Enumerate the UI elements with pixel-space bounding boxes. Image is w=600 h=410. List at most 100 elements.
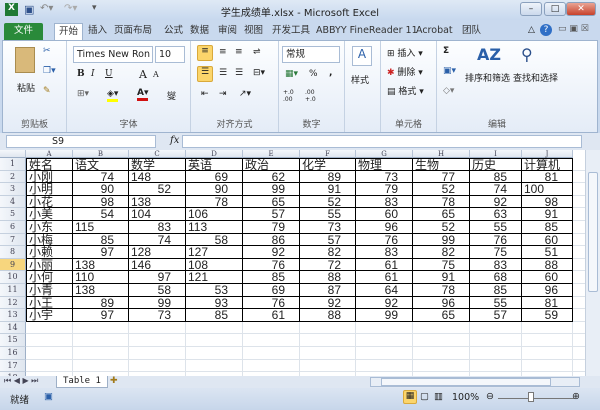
table-cell[interactable]: 72: [300, 258, 356, 272]
table-cell[interactable]: 92: [243, 246, 300, 259]
table-cell[interactable]: 小赖: [26, 246, 73, 259]
clear-icon[interactable]: ◇▾: [443, 86, 454, 96]
table-cell[interactable]: 64: [356, 284, 413, 297]
header-cell[interactable]: 生物: [413, 158, 470, 171]
table-cell[interactable]: 55: [300, 208, 356, 221]
paste-icon[interactable]: [15, 47, 35, 73]
table-cell[interactable]: 108: [186, 258, 243, 272]
table-cell[interactable]: 99: [129, 296, 186, 310]
underline-button[interactable]: U: [105, 69, 113, 79]
table-cell[interactable]: 65: [243, 195, 300, 209]
column-header[interactable]: F: [300, 150, 356, 158]
maximize-button[interactable]: □: [544, 2, 566, 16]
table-cell[interactable]: 78: [186, 195, 243, 209]
table-cell[interactable]: 58: [186, 233, 243, 247]
increase-decimal-button[interactable]: +.0 .00: [283, 89, 301, 103]
minimize-button[interactable]: –: [520, 2, 542, 16]
table-cell[interactable]: 98: [522, 195, 573, 209]
table-cell[interactable]: 92: [470, 195, 522, 209]
table-cell[interactable]: 小明: [26, 183, 73, 196]
table-cell[interactable]: 78: [413, 284, 470, 297]
table-cell[interactable]: 148: [129, 170, 186, 184]
table-cell[interactable]: 61: [356, 258, 413, 272]
row-header[interactable]: 1: [0, 158, 26, 171]
table-cell[interactable]: 61: [243, 309, 300, 322]
italic-button[interactable]: I: [91, 69, 95, 79]
vertical-scrollbar[interactable]: [585, 150, 600, 376]
borders-icon[interactable]: ⊞▾: [77, 89, 89, 99]
table-cell[interactable]: 115: [73, 221, 129, 234]
row-header[interactable]: 4: [0, 195, 26, 209]
table-cell[interactable]: 74: [129, 233, 186, 247]
zoom-out-icon[interactable]: ⊖: [486, 391, 494, 402]
column-header[interactable]: I: [470, 150, 522, 158]
table-cell[interactable]: 91: [300, 183, 356, 196]
table-cell[interactable]: 60: [522, 233, 573, 247]
header-cell[interactable]: 计算机: [522, 158, 573, 171]
table-cell[interactable]: 83: [356, 246, 413, 259]
table-cell[interactable]: 83: [356, 195, 413, 209]
zoom-slider-thumb[interactable]: [528, 392, 534, 402]
table-cell[interactable]: 88: [300, 309, 356, 322]
table-cell[interactable]: 61: [356, 271, 413, 284]
spreadsheet-grid[interactable]: ABCDEFGHIJ123456789101112131415161718姓名语…: [0, 150, 585, 376]
zoom-level[interactable]: 100%: [452, 392, 479, 403]
shrink-font-button[interactable]: A: [153, 70, 159, 79]
table-cell[interactable]: 85: [243, 271, 300, 284]
table-cell[interactable]: 77: [413, 170, 470, 184]
table-cell[interactable]: 76: [470, 233, 522, 247]
table-cell[interactable]: 62: [243, 170, 300, 184]
tab-10[interactable]: Acrobat: [412, 23, 457, 41]
decrease-decimal-button[interactable]: .00 +.0: [305, 89, 323, 103]
table-cell[interactable]: 73: [129, 309, 186, 322]
align-left-icon[interactable]: ☰: [197, 66, 213, 82]
row-header[interactable]: 2: [0, 170, 26, 184]
table-cell[interactable]: 138: [73, 284, 129, 297]
find-select-button[interactable]: 查找和选择: [513, 71, 558, 84]
column-header[interactable]: C: [129, 150, 186, 158]
paste-button[interactable]: 粘贴: [17, 81, 35, 94]
format-painter-icon[interactable]: ✎: [43, 86, 51, 96]
delete-cells-button[interactable]: ✱ 删除 ▾: [387, 65, 423, 78]
table-cell[interactable]: 85: [186, 309, 243, 322]
table-cell[interactable]: 99: [243, 183, 300, 196]
tab-8[interactable]: 开发工具: [268, 23, 314, 41]
table-cell[interactable]: 88: [300, 271, 356, 284]
page-break-view-icon[interactable]: ▥: [434, 391, 443, 402]
table-cell[interactable]: 86: [243, 233, 300, 247]
table-cell[interactable]: 82: [413, 246, 470, 259]
table-cell[interactable]: 96: [356, 221, 413, 234]
horizontal-scroll-thumb[interactable]: [381, 378, 551, 386]
table-cell[interactable]: 65: [413, 208, 470, 221]
sheet-tab[interactable]: Table 1: [56, 376, 108, 388]
table-cell[interactable]: 54: [73, 208, 129, 221]
column-header[interactable]: D: [186, 150, 243, 158]
align-middle-icon[interactable]: ≡: [219, 47, 227, 57]
horizontal-scrollbar[interactable]: [370, 377, 580, 387]
merge-center-icon[interactable]: ⊟▾: [253, 68, 265, 78]
table-cell[interactable]: 59: [522, 309, 573, 322]
sort-filter-icon[interactable]: AZ: [477, 45, 501, 64]
row-header[interactable]: 8: [0, 246, 26, 259]
table-cell[interactable]: 小青: [26, 284, 73, 297]
phonetic-button[interactable]: 燮: [167, 89, 176, 102]
grow-font-button[interactable]: A: [139, 68, 147, 81]
header-cell[interactable]: 语文: [73, 158, 129, 171]
help-icon[interactable]: ?: [540, 24, 552, 36]
table-cell[interactable]: 138: [129, 195, 186, 209]
table-cell[interactable]: 85: [522, 221, 573, 234]
sort-filter-button[interactable]: 排序和筛选: [465, 71, 510, 84]
sheet-nav-icons[interactable]: ⏮ ◀ ▶ ⏭: [4, 376, 38, 386]
row-header[interactable]: 11: [0, 284, 26, 297]
table-cell[interactable]: 65: [413, 309, 470, 322]
increase-indent-icon[interactable]: ⇥: [219, 89, 227, 99]
table-cell[interactable]: 85: [470, 284, 522, 297]
font-name-select[interactable]: Times New Ron: [73, 46, 153, 63]
row-header[interactable]: 5: [0, 208, 26, 221]
column-header[interactable]: B: [73, 150, 129, 158]
row-header[interactable]: 6: [0, 221, 26, 234]
row-header[interactable]: 13: [0, 309, 26, 322]
table-cell[interactable]: 85: [470, 170, 522, 184]
table-cell[interactable]: 69: [243, 284, 300, 297]
tab-1[interactable]: 开始: [54, 23, 84, 41]
